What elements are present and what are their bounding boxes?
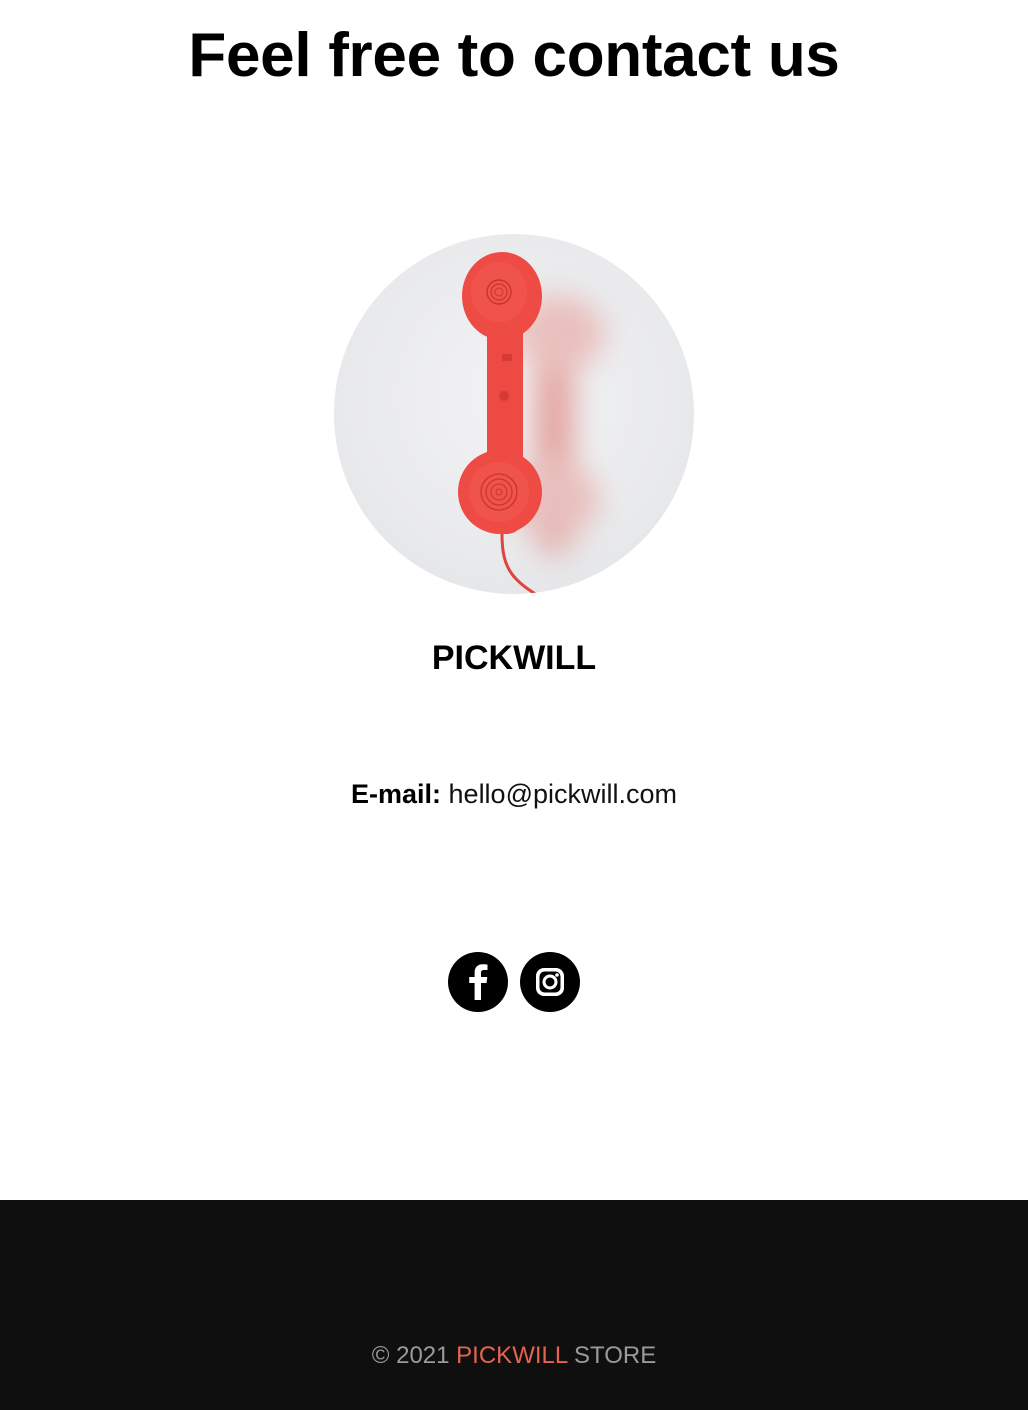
social-links [448,952,580,1012]
facebook-link[interactable] [448,952,508,1012]
red-telephone-handset-icon [458,252,604,594]
email-link[interactable]: hello@pickwill.com [449,779,677,809]
contact-photo [334,234,694,594]
site-footer: © 2021 PICKWILL STORE [0,1200,1028,1410]
facebook-icon [469,964,488,1000]
copyright-text: © 2021 PICKWILL STORE [0,1340,1028,1372]
instagram-link[interactable] [520,952,580,1012]
company-name: PICKWILL [431,639,597,677]
brand-link[interactable]: PICKWILL [456,1342,567,1369]
copyright-suffix: STORE [573,1342,657,1369]
page-title: Feel free to contact us [188,21,840,90]
copyright-prefix: © 2021 [371,1342,450,1369]
email-row: E-mail: hello@pickwill.com [0,776,1028,812]
email-label: E-mail: [350,779,442,809]
instagram-icon [536,968,564,996]
contact-page: Feel free to contact us PICKWILL E-mail:… [0,0,1028,1410]
